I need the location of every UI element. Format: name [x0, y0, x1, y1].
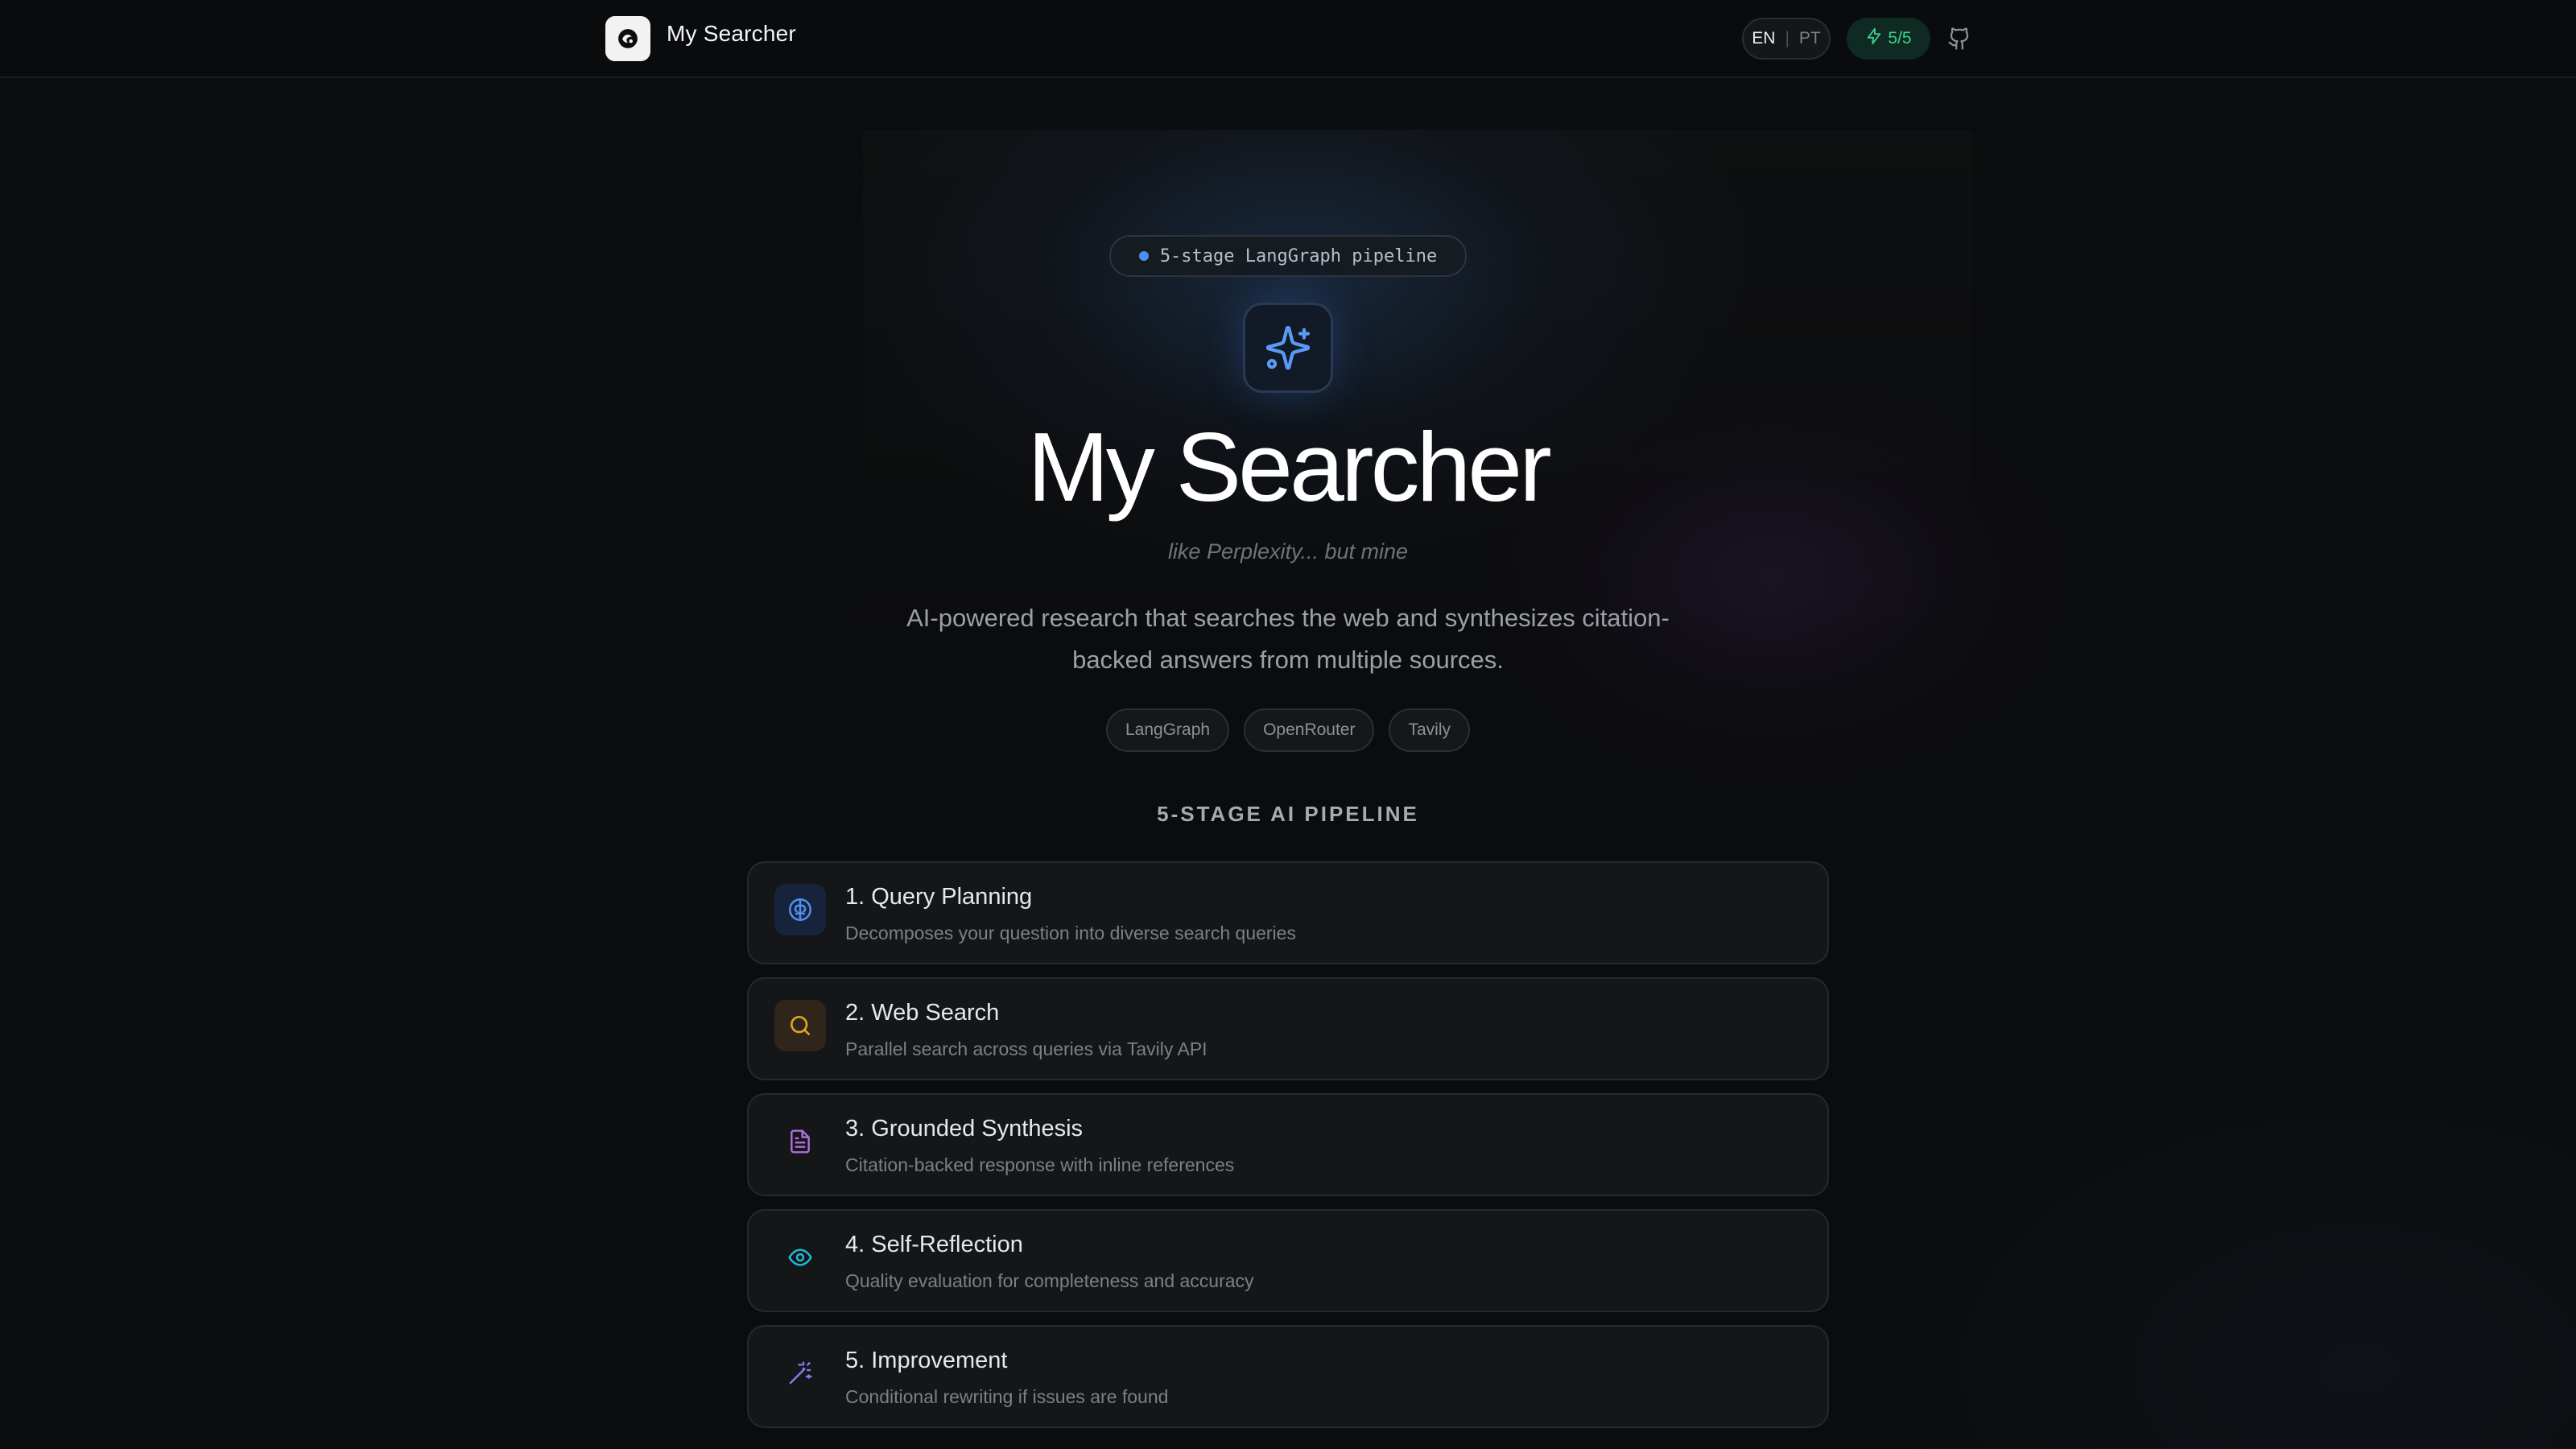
pipeline-pill-label: 5-stage LangGraph pipeline: [1159, 246, 1438, 266]
tech-tag-tavily: Tavily: [1389, 708, 1470, 752]
pipeline-pill: 5-stage LangGraph pipeline: [1109, 235, 1467, 277]
tech-tag-langgraph: LangGraph: [1105, 708, 1230, 752]
pipeline-section-title: 5-STAGE AI PIPELINE: [1157, 802, 1419, 826]
page-title: My Searcher: [1027, 412, 1552, 522]
tech-tags: LangGraph OpenRouter Tavily: [886, 708, 1690, 752]
eye-icon: [774, 1232, 826, 1283]
top-navigation-bar: My Searcher EN | PT 5/5: [0, 0, 2576, 78]
pipeline-stage-card: 3. Grounded Synthesis Citation-backed re…: [747, 1093, 1829, 1196]
language-separator: |: [1785, 29, 1790, 47]
stage-description: Quality evaluation for completeness and …: [845, 1270, 1254, 1291]
stage-description: Parallel search across queries via Tavil…: [845, 1038, 1208, 1059]
tech-tag-openrouter: OpenRouter: [1244, 708, 1375, 752]
status-dot: [1138, 251, 1149, 261]
stage-title: 4. Self-Reflection: [845, 1232, 1023, 1257]
background-glow: [1852, 1046, 2576, 1449]
sparkles-icon: [1243, 303, 1333, 393]
usage-badge: 5/5: [1847, 18, 1930, 60]
github-icon[interactable]: [1943, 23, 1975, 55]
pipeline-stage-card: 2. Web Search Parallel search across que…: [747, 977, 1829, 1080]
stage-title: 5. Improvement: [845, 1348, 1008, 1373]
stage-description: Citation-backed response with inline ref…: [845, 1154, 1235, 1175]
stage-description: Conditional rewriting if issues are foun…: [845, 1386, 1169, 1407]
hero-description: AI-powered research that searches the we…: [906, 604, 1670, 674]
pipeline-stage-card: 4. Self-Reflection Quality evaluation fo…: [747, 1209, 1829, 1312]
language-toggle[interactable]: EN | PT: [1742, 18, 1831, 60]
document-icon: [774, 1116, 826, 1167]
usage-count: 5/5: [1888, 29, 1912, 47]
stage-title: 2. Web Search: [845, 1000, 1000, 1026]
language-option-en[interactable]: EN: [1752, 29, 1775, 48]
stage-title: 1. Query Planning: [845, 884, 1033, 910]
language-option-pt[interactable]: PT: [1799, 29, 1821, 48]
brand-name[interactable]: My Searcher: [667, 21, 796, 47]
stage-title: 3. Grounded Synthesis: [845, 1116, 1084, 1141]
lightning-icon: [1865, 27, 1883, 50]
brain-icon: [774, 884, 826, 935]
tagline: like Perplexity... but mine: [1167, 539, 1409, 564]
app-logo-icon[interactable]: [605, 16, 650, 61]
magic-wand-icon: [774, 1348, 826, 1399]
pipeline-stage-card: 1. Query Planning Decomposes your questi…: [747, 861, 1829, 964]
pipeline-stage-card: 5. Improvement Conditional rewriting if …: [747, 1325, 1829, 1428]
stage-description: Decomposes your question into diverse se…: [845, 923, 1296, 943]
search-icon: [774, 1000, 826, 1051]
